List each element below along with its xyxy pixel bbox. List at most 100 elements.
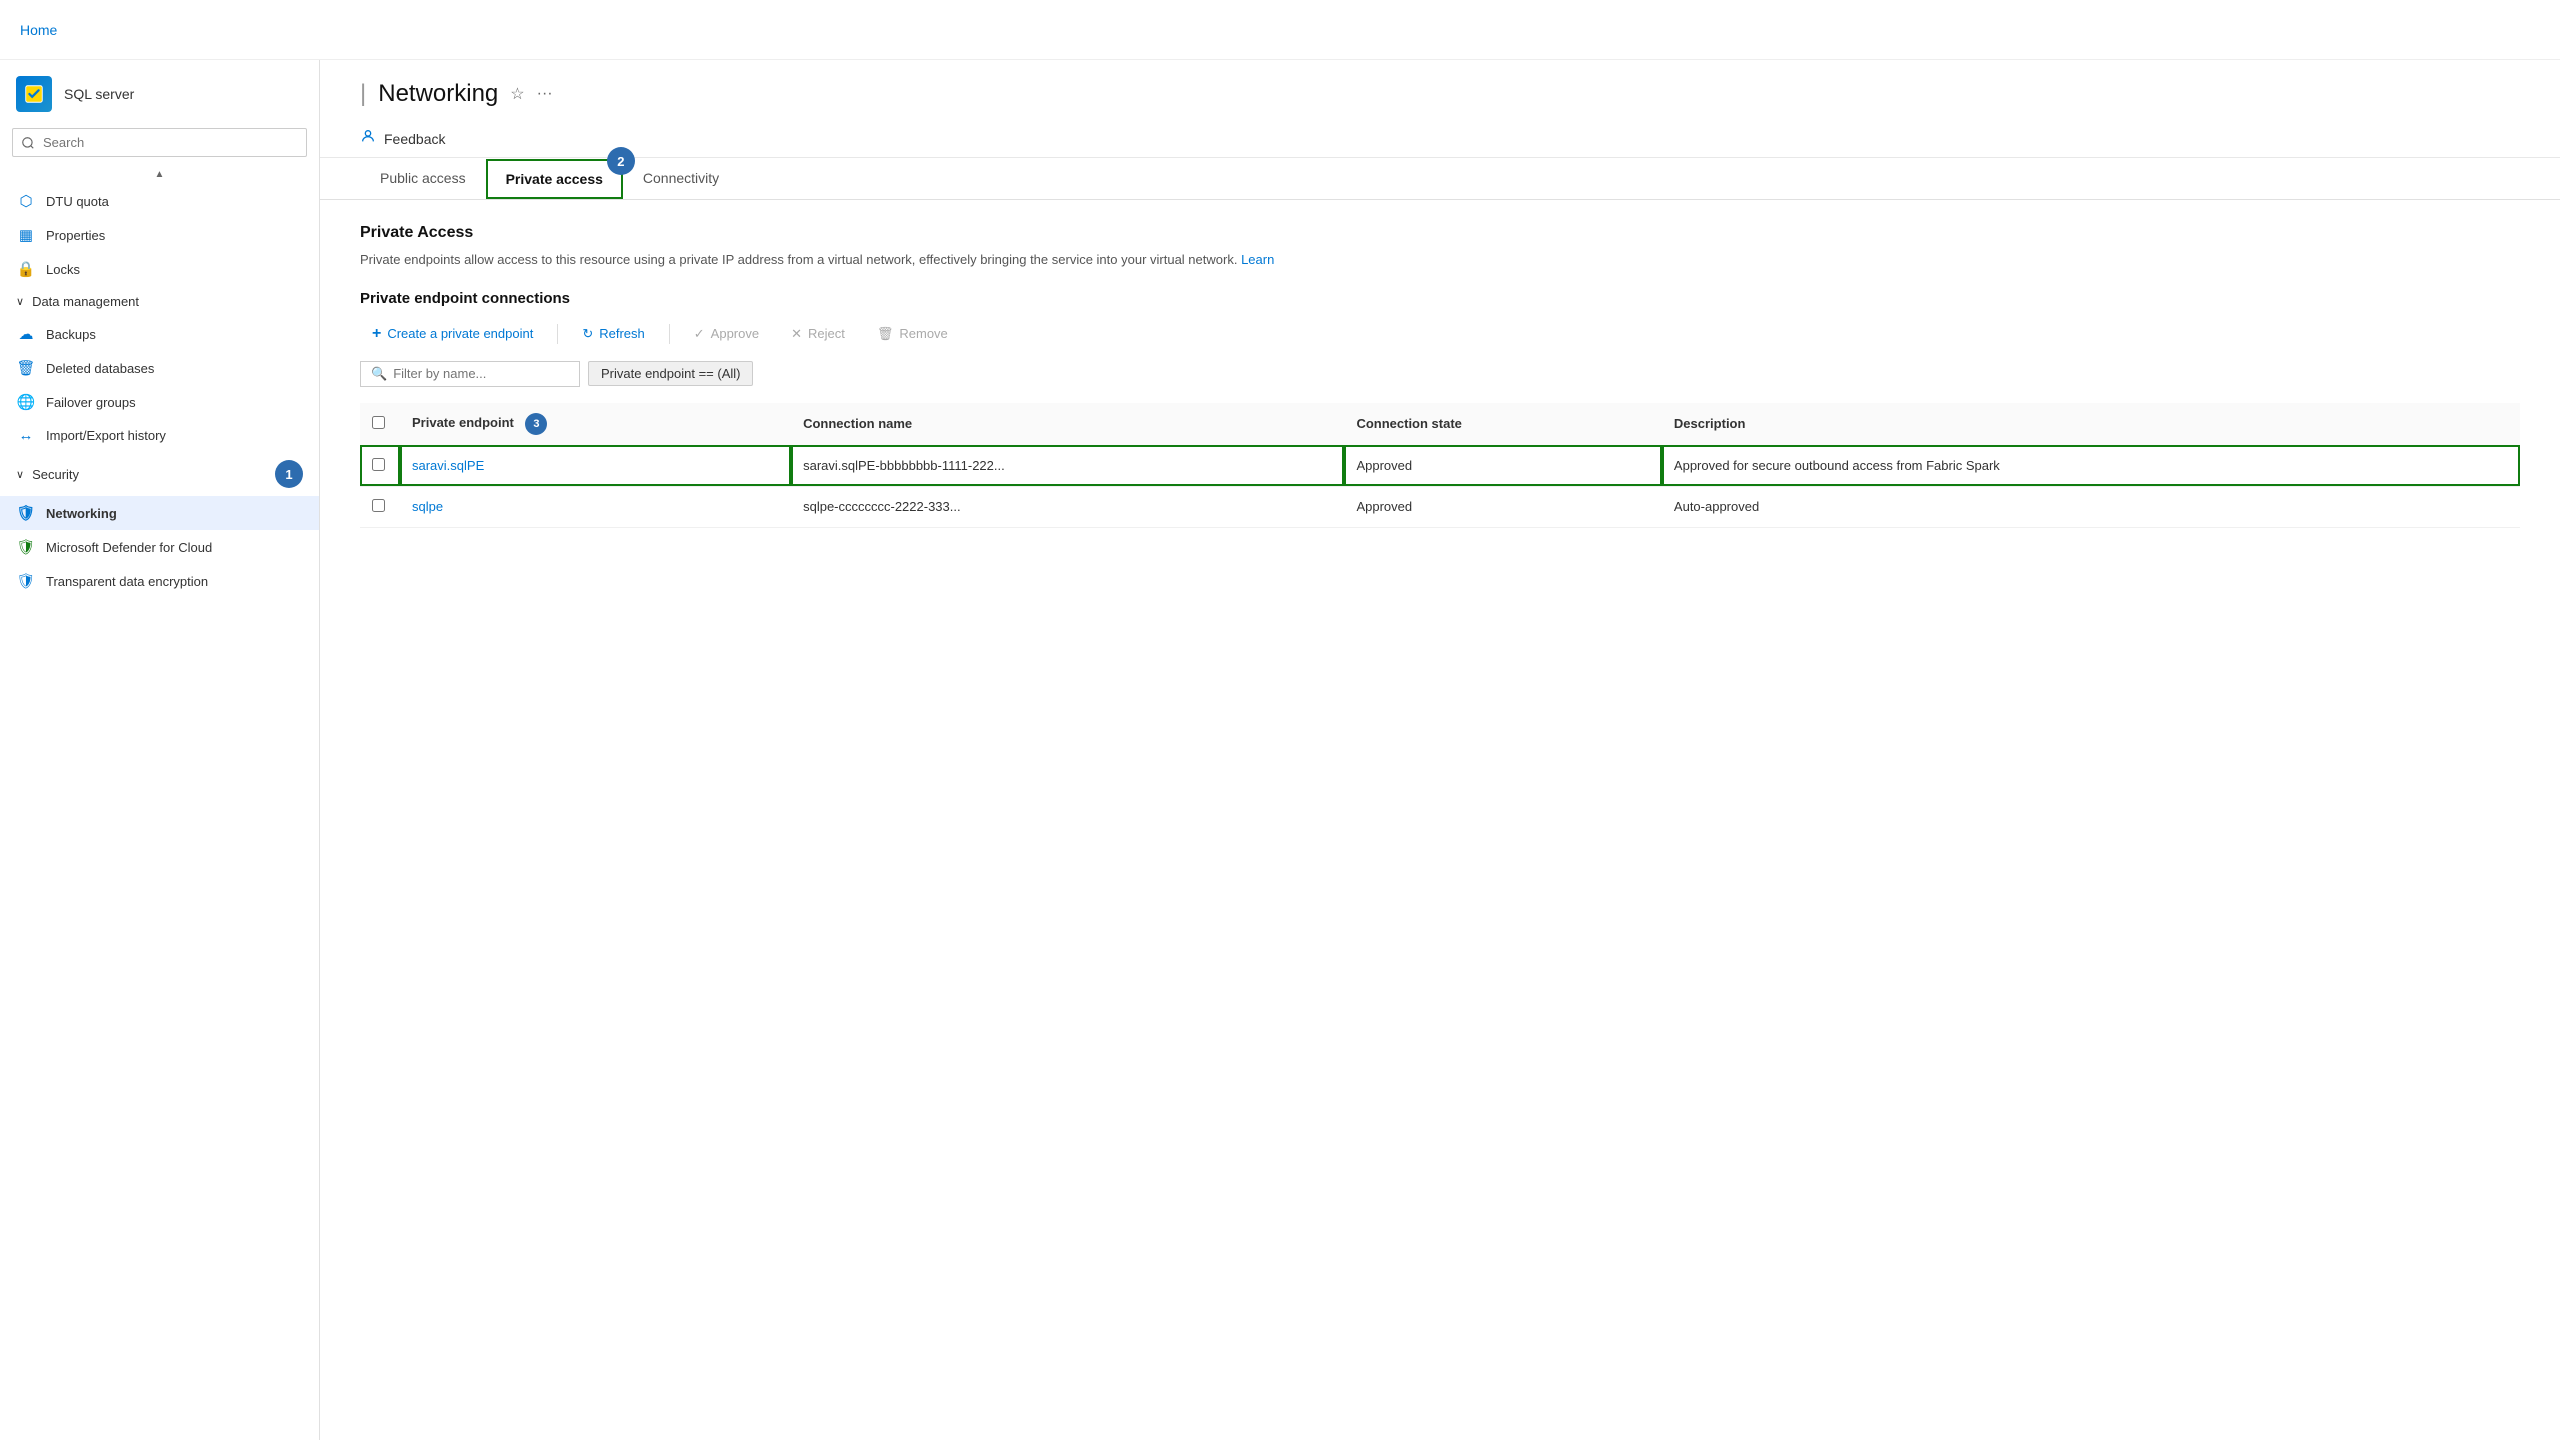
sidebar-item-networking[interactable]: 🛡 Networking bbox=[0, 496, 319, 530]
toolbar-divider-2 bbox=[669, 324, 670, 344]
row2-endpoint-link[interactable]: sqlpe bbox=[412, 499, 443, 514]
tab-private-access-label: Private access bbox=[506, 171, 603, 187]
more-options-icon[interactable]: ··· bbox=[537, 85, 553, 103]
select-all-checkbox[interactable] bbox=[372, 416, 385, 429]
table-header: Private endpoint 3 Connection name Conne… bbox=[360, 403, 2520, 446]
reject-button[interactable]: ✕ Reject bbox=[779, 320, 857, 348]
sidebar-item-failover-groups[interactable]: 🌐 Failover groups bbox=[0, 385, 319, 419]
sidebar-item-transparent-data[interactable]: 🛡 Transparent data encryption bbox=[0, 564, 319, 598]
sidebar-item-locks[interactable]: 🔒 Locks bbox=[0, 252, 319, 286]
nav-label-backups: Backups bbox=[46, 327, 96, 342]
row1-connection-name-cell: saravi.sqlPE-bbbbbbbb-1111-222... bbox=[791, 445, 1344, 486]
chevron-down-icon-2: ∨ bbox=[16, 468, 24, 481]
refresh-button[interactable]: ↻ Refresh bbox=[570, 320, 656, 348]
title-row: | Networking ☆ ··· bbox=[360, 80, 2520, 120]
row1-endpoint-link[interactable]: saravi.sqlPE bbox=[412, 458, 484, 473]
remove-button[interactable]: 🗑 Remove bbox=[865, 320, 960, 348]
favorite-star-icon[interactable]: ☆ bbox=[510, 84, 524, 104]
table-body: saravi.sqlPE saravi.sqlPE-bbbbbbbb-1111-… bbox=[360, 445, 2520, 527]
nav-group-label-data-management: Data management bbox=[32, 294, 139, 309]
row1-description-cell: Approved for secure outbound access from… bbox=[1662, 445, 2520, 486]
sidebar-item-import-export[interactable]: ↔ Import/Export history bbox=[0, 419, 319, 452]
dtu-quota-icon: ⬡ bbox=[16, 192, 36, 210]
create-private-endpoint-button[interactable]: + Create a private endpoint bbox=[360, 319, 545, 349]
nav-group-data-management[interactable]: ∨ Data management bbox=[0, 286, 319, 317]
row2-endpoint-cell[interactable]: sqlpe bbox=[400, 486, 791, 527]
select-all-checkbox-header[interactable] bbox=[360, 403, 400, 446]
nav-label-import-export: Import/Export history bbox=[46, 428, 166, 443]
private-access-description: Private endpoints allow access to this r… bbox=[360, 250, 2520, 270]
filter-tag[interactable]: Private endpoint == (All) bbox=[588, 361, 753, 386]
sidebar-search-container bbox=[12, 128, 307, 157]
row2-description-cell: Auto-approved bbox=[1662, 486, 2520, 527]
sidebar-item-properties[interactable]: ▦ Properties bbox=[0, 218, 319, 252]
endpoint-section-title: Private endpoint connections bbox=[360, 290, 2520, 307]
scroll-up-button[interactable]: ▲ bbox=[0, 165, 319, 184]
row2-checkbox[interactable] bbox=[372, 499, 385, 512]
approve-button[interactable]: ✓ Approve bbox=[682, 320, 771, 348]
networking-icon: 🛡 bbox=[16, 504, 36, 522]
row1-connection-state-cell: Approved bbox=[1344, 445, 1661, 486]
endpoints-table: Private endpoint 3 Connection name Conne… bbox=[360, 403, 2520, 528]
feedback-bar: Feedback bbox=[320, 120, 2560, 158]
approve-icon: ✓ bbox=[694, 326, 705, 342]
sidebar-item-deleted-databases[interactable]: 🗑 Deleted databases bbox=[0, 351, 319, 385]
refresh-label: Refresh bbox=[599, 326, 645, 341]
page-title: Networking bbox=[378, 80, 498, 108]
tab-private-access[interactable]: Private access 2 bbox=[486, 159, 623, 199]
tabs-row: Public access Private access 2 Connectiv… bbox=[320, 158, 2560, 200]
row2-checkbox-cell[interactable] bbox=[360, 486, 400, 527]
row1-endpoint-cell[interactable]: saravi.sqlPE bbox=[400, 445, 791, 486]
remove-label: Remove bbox=[899, 326, 947, 341]
search-input[interactable] bbox=[12, 128, 307, 157]
nav-label-locks: Locks bbox=[46, 262, 80, 277]
private-access-section-title: Private Access bbox=[360, 224, 2520, 242]
col-header-description: Description bbox=[1662, 403, 2520, 446]
backups-icon: ☁ bbox=[16, 325, 36, 343]
nav-label-deleted-databases: Deleted databases bbox=[46, 361, 154, 376]
annotation-badge-2: 2 bbox=[607, 147, 635, 175]
deleted-databases-icon: 🗑 bbox=[16, 359, 36, 377]
sidebar-resource-info: SQL server bbox=[64, 86, 134, 102]
tab-public-access-label: Public access bbox=[380, 170, 466, 186]
nav-label-defender: Microsoft Defender for Cloud bbox=[46, 540, 212, 555]
defender-icon: 🛡 bbox=[16, 538, 36, 556]
refresh-icon: ↻ bbox=[582, 326, 593, 342]
feedback-label[interactable]: Feedback bbox=[384, 131, 445, 147]
chevron-down-icon: ∨ bbox=[16, 295, 24, 308]
col-header-connection-state: Connection state bbox=[1344, 403, 1661, 446]
nav-group-security[interactable]: ∨ Security 1 bbox=[0, 452, 319, 496]
table-row[interactable]: saravi.sqlPE saravi.sqlPE-bbbbbbbb-1111-… bbox=[360, 445, 2520, 486]
learn-more-link[interactable]: Learn bbox=[1241, 252, 1274, 267]
nav-label-networking: Networking bbox=[46, 506, 117, 521]
row2-connection-state-cell: Approved bbox=[1344, 486, 1661, 527]
sidebar-item-defender[interactable]: 🛡 Microsoft Defender for Cloud bbox=[0, 530, 319, 564]
toolbar-divider-1 bbox=[557, 324, 558, 344]
sidebar-header: SQL server bbox=[0, 60, 319, 120]
annotation-badge-1: 1 bbox=[275, 460, 303, 488]
row2-connection-name-cell: sqlpe-cccccccc-2222-333... bbox=[791, 486, 1344, 527]
plus-icon: + bbox=[372, 325, 381, 343]
tab-connectivity[interactable]: Connectivity bbox=[623, 158, 739, 200]
tab-connectivity-label: Connectivity bbox=[643, 170, 719, 186]
sidebar-item-backups[interactable]: ☁ Backups bbox=[0, 317, 319, 351]
reject-icon: ✕ bbox=[791, 326, 802, 342]
properties-icon: ▦ bbox=[16, 226, 36, 244]
trash-icon: 🗑 bbox=[877, 326, 894, 342]
main-content: | Networking ☆ ··· Feedback Public acces… bbox=[320, 60, 2560, 1440]
nav-label-dtu-quota: DTU quota bbox=[46, 194, 109, 209]
tab-public-access[interactable]: Public access bbox=[360, 158, 486, 200]
sidebar-item-dtu-quota[interactable]: ⬡ DTU quota bbox=[0, 184, 319, 218]
col-header-private-endpoint: Private endpoint 3 bbox=[400, 403, 791, 446]
filter-row: 🔍 Private endpoint == (All) bbox=[360, 361, 2520, 387]
sidebar-resource-name: SQL server bbox=[64, 86, 134, 102]
filter-input-container[interactable]: 🔍 bbox=[360, 361, 580, 387]
row1-checkbox[interactable] bbox=[372, 458, 385, 471]
home-link[interactable]: Home bbox=[20, 22, 57, 38]
approve-label: Approve bbox=[711, 326, 759, 341]
table-row[interactable]: sqlpe sqlpe-cccccccc-2222-333... Approve… bbox=[360, 486, 2520, 527]
nav-label-failover-groups: Failover groups bbox=[46, 395, 136, 410]
filter-by-name-input[interactable] bbox=[393, 366, 569, 381]
row1-checkbox-cell[interactable] bbox=[360, 445, 400, 486]
transparent-data-icon: 🛡 bbox=[16, 572, 36, 590]
